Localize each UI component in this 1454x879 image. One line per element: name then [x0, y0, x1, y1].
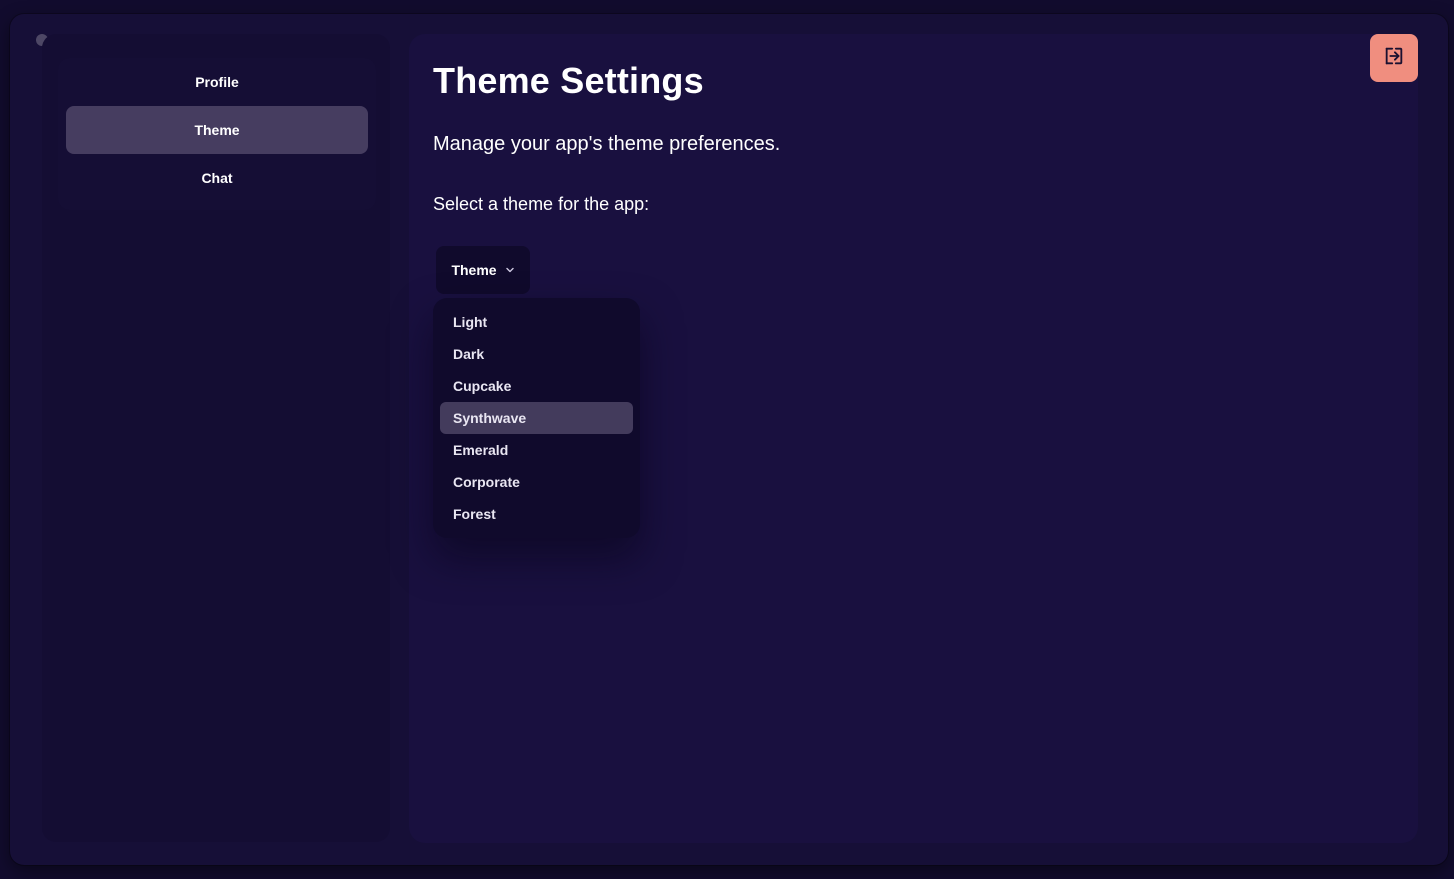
- chevron-down-icon: [505, 262, 515, 278]
- theme-option-cupcake[interactable]: Cupcake: [440, 370, 633, 402]
- theme-option-forest[interactable]: Forest: [440, 498, 633, 530]
- page-title: Theme Settings: [433, 60, 704, 101]
- theme-dropdown-menu: Light Dark Cupcake Synthwave Emerald Cor…: [433, 298, 640, 538]
- sidebar: Profile Theme Chat: [42, 34, 390, 842]
- logout-icon: [1383, 45, 1405, 72]
- logout-button[interactable]: [1370, 34, 1418, 82]
- sidebar-item-chat[interactable]: Chat: [66, 154, 368, 202]
- theme-option-synthwave[interactable]: Synthwave: [440, 402, 633, 434]
- page-description: Manage your app's theme preferences.: [433, 133, 781, 155]
- theme-select-label: Select a theme for the app:: [433, 194, 650, 214]
- theme-option-light[interactable]: Light: [440, 306, 633, 338]
- sidebar-menu: Profile Theme Chat: [58, 58, 376, 210]
- theme-option-emerald[interactable]: Emerald: [440, 434, 633, 466]
- theme-option-dark[interactable]: Dark: [440, 338, 633, 370]
- theme-dropdown-label: Theme: [451, 262, 497, 278]
- app-window: Profile Theme Chat Theme Settings Manage…: [10, 14, 1448, 865]
- theme-dropdown-button[interactable]: Theme: [436, 246, 530, 294]
- sidebar-item-theme[interactable]: Theme: [66, 106, 368, 154]
- sidebar-item-profile[interactable]: Profile: [66, 58, 368, 106]
- theme-option-corporate[interactable]: Corporate: [440, 466, 633, 498]
- main-panel: Theme Settings Manage your app's theme p…: [409, 34, 1418, 843]
